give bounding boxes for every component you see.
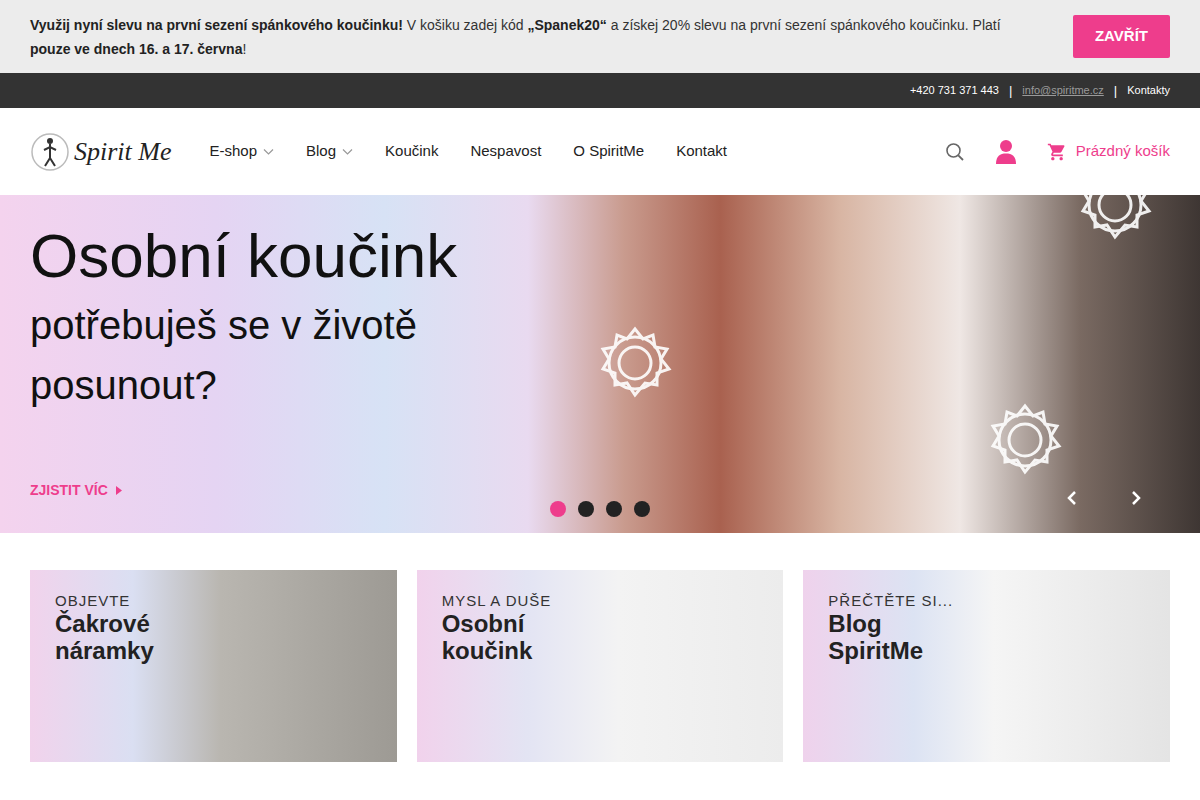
caret-right-icon[interactable] <box>116 486 122 495</box>
menu-label[interactable]: Kontakt <box>676 140 727 163</box>
hero-subtitle: potřebuješ se v životě <box>30 295 1200 355</box>
card-title: SpiritMe <box>828 637 1158 664</box>
card-title: náramky <box>55 637 385 664</box>
promo-segment: ! <box>242 41 246 57</box>
hero-subtitle: posunout? <box>30 355 1200 415</box>
promo-segment: V košiku zadej kód <box>403 17 528 33</box>
card-title: Čakrové <box>55 610 385 637</box>
main-header: Spirit Me E-shop Blog Koučink Nespavost O Spi… <box>0 108 1200 195</box>
chevron-down-icon[interactable] <box>263 146 274 157</box>
chakra-icon <box>595 323 675 403</box>
menu-item[interactable]: Koučink <box>385 140 438 163</box>
link-link[interactable]: Kontakty <box>1127 82 1170 99</box>
menu-label[interactable]: O SpiritMe <box>573 140 644 163</box>
promo-segment: Využij nyní slevu na první sezení spánko… <box>30 17 403 33</box>
chakra-icon <box>985 400 1065 480</box>
promo-segment: a získej 20% slevu na první sezení spánk… <box>607 17 1001 33</box>
menu-item[interactable]: Nespavost <box>470 140 541 163</box>
feature-card[interactable]: PŘEČTĚTE SI...BlogSpiritMe <box>803 570 1170 762</box>
hero-slider: Osobní koučinkpotřebuješ se v životěposu… <box>0 195 1200 533</box>
meditation-figure-icon <box>30 132 70 172</box>
top-bar: +420 731 371 443 | info@spiritme.cz | Kontak… <box>0 73 1200 108</box>
hero-content: Osobní koučinkpotřebuješ se v životěposu… <box>0 195 1200 533</box>
menu-item[interactable]: Kontakt <box>676 140 727 163</box>
menu-label[interactable]: E-shop <box>210 140 258 163</box>
separator: | <box>1009 81 1012 101</box>
promo-segment: pouze ve dnech 16. a 17. června <box>30 41 242 57</box>
user-icon[interactable] <box>995 139 1017 165</box>
hero-title: Osobní koučink <box>30 217 1200 295</box>
main-menu: E-shop Blog Koučink Nespavost O SpiritMe Kont… <box>210 140 728 163</box>
menu-label[interactable]: Blog <box>306 140 336 163</box>
chevron-down-icon[interactable] <box>342 146 353 157</box>
slider-dot[interactable] <box>634 501 650 517</box>
feature-cards: OBJEVTEČakrovénáramkyMYSL A DUŠEOsobníko… <box>0 533 1200 762</box>
slider-dots <box>550 501 650 517</box>
card-title: koučink <box>442 637 772 664</box>
hero-cta-label[interactable]: ZJISTIT VÍC <box>30 480 108 501</box>
header-actions: Prázdný košík <box>945 139 1170 165</box>
card-title: Osobní <box>442 610 772 637</box>
card-eyebrow: PŘEČTĚTE SI... <box>828 592 1158 610</box>
logo[interactable]: Spirit Me <box>30 132 172 172</box>
cart-link[interactable]: Prázdný košík <box>1047 140 1170 163</box>
card-eyebrow: OBJEVTE <box>55 592 385 610</box>
search-icon[interactable] <box>945 142 965 162</box>
slider-dot[interactable] <box>578 501 594 517</box>
slider-dot[interactable] <box>606 501 622 517</box>
feature-card[interactable]: OBJEVTEČakrovénáramky <box>30 570 397 762</box>
logo-text: Spirit Me <box>74 139 172 165</box>
card-title: Blog <box>828 610 1158 637</box>
feature-card[interactable]: MYSL A DUŠEOsobníkoučink <box>417 570 784 762</box>
menu-item[interactable]: Blog <box>306 140 353 163</box>
menu-item[interactable]: O SpiritMe <box>573 140 644 163</box>
cart-icon[interactable] <box>1047 142 1067 162</box>
chakra-icon <box>1075 195 1155 245</box>
slider-dot[interactable] <box>550 501 566 517</box>
promo-banner: Využij nyní slevu na první sezení spánko… <box>0 0 1200 73</box>
card-eyebrow: MYSL A DUŠE <box>442 592 772 610</box>
close-button[interactable]: ZAVŘÍT <box>1073 15 1170 58</box>
hero-cta[interactable]: ZJISTIT VÍC <box>30 480 122 501</box>
arrow-left-icon[interactable] <box>1064 490 1080 506</box>
phone-link[interactable]: +420 731 371 443 <box>910 82 999 99</box>
promo-text: Využij nyní slevu na první sezení spánko… <box>30 13 1033 61</box>
email-link[interactable]: info@spiritme.cz <box>1022 82 1103 99</box>
promo-segment: „Spanek20“ <box>527 17 606 33</box>
separator: | <box>1114 81 1117 101</box>
menu-item[interactable]: E-shop <box>210 140 275 163</box>
cart-label[interactable]: Prázdný košík <box>1076 140 1170 163</box>
arrow-right-icon[interactable] <box>1128 490 1144 506</box>
menu-label[interactable]: Koučink <box>385 140 438 163</box>
menu-label[interactable]: Nespavost <box>470 140 541 163</box>
